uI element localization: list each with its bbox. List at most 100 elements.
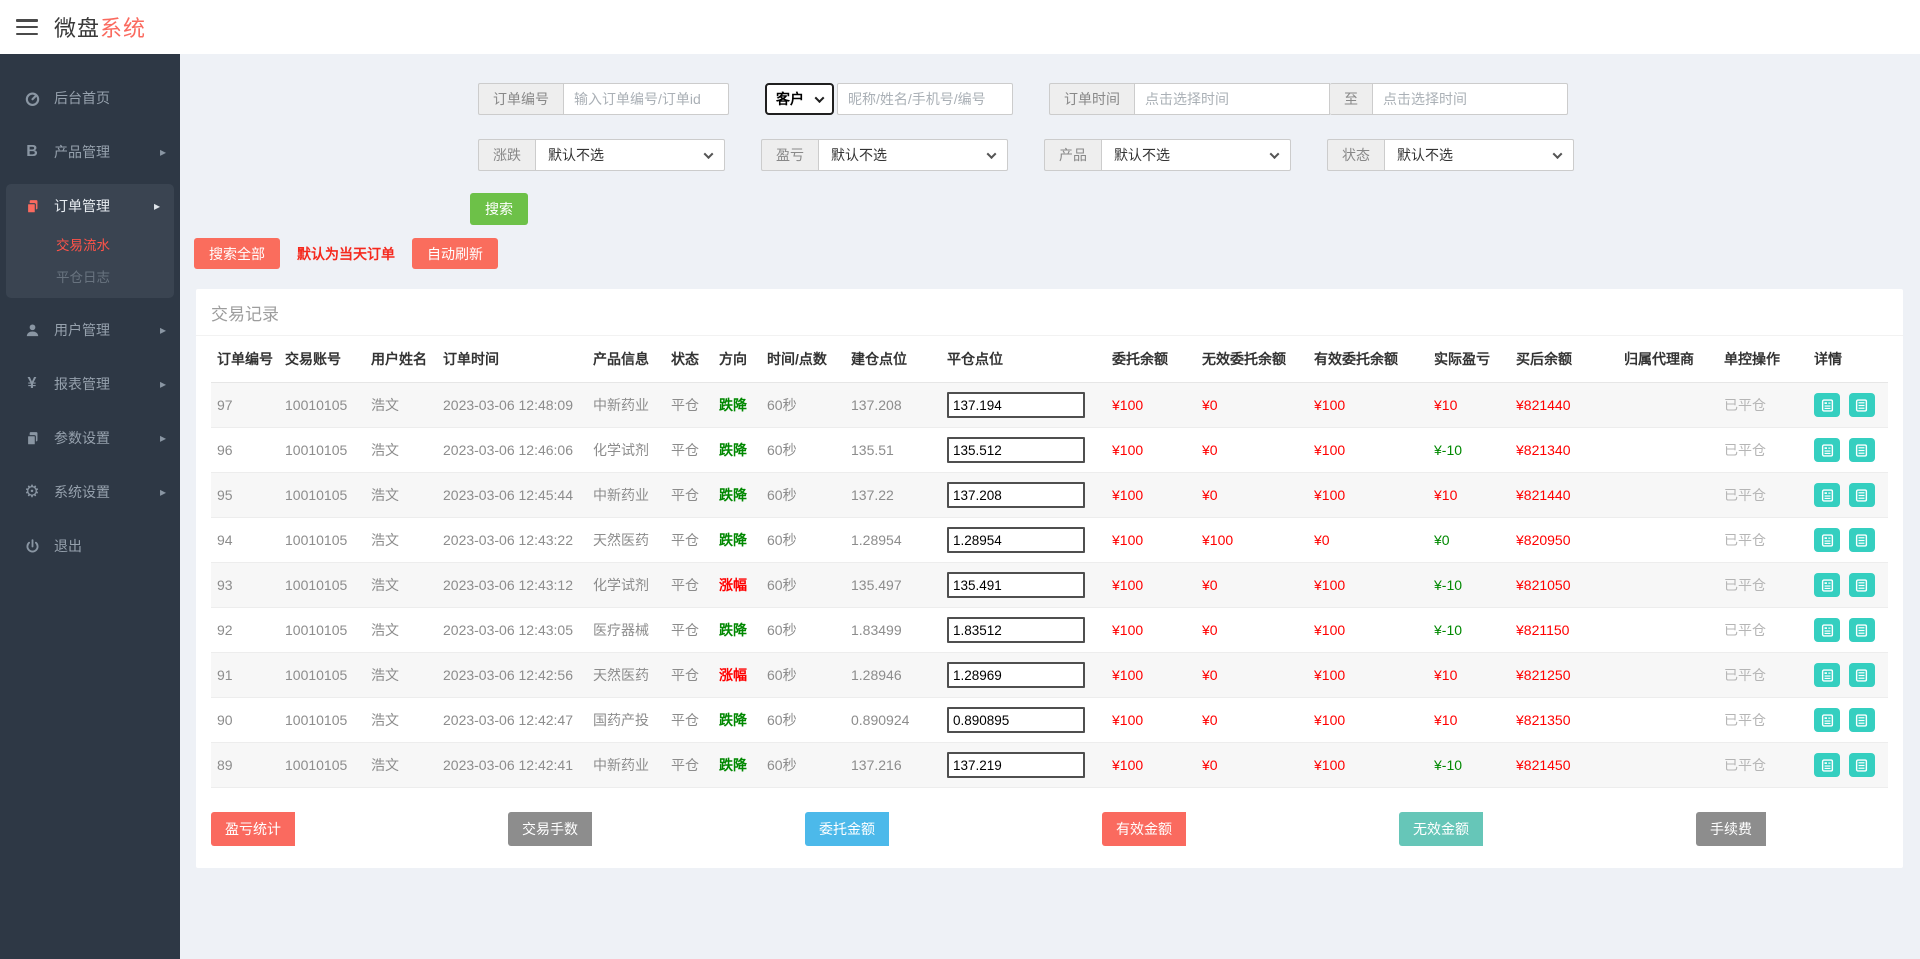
sidebar-item-system[interactable]: ⚙ 系统设置 ▸ <box>0 470 180 514</box>
customer-input[interactable] <box>837 83 1013 115</box>
close-price-input[interactable] <box>947 662 1085 688</box>
detail-list-button[interactable] <box>1848 618 1875 642</box>
detail-form-button[interactable] <box>1814 573 1840 597</box>
search-button[interactable]: 搜索 <box>470 193 528 225</box>
sidebar-item-logout[interactable]: 退出 <box>0 524 180 568</box>
cell-actual-pl: ¥-10 <box>1428 742 1510 788</box>
profit-loss-select[interactable]: 默认不选 <box>818 139 1008 171</box>
detail-list-button[interactable] <box>1848 438 1875 462</box>
close-price-input[interactable] <box>947 752 1085 778</box>
table-row: 93 10010105 浩文 2023-03-06 12:43:12 化学试剂 … <box>211 562 1888 608</box>
copy-file-icon <box>22 430 42 447</box>
cell-control: 已平仓 <box>1718 652 1808 698</box>
cell-username: 浩文 <box>365 607 437 653</box>
summary-fee-value <box>1766 812 1888 846</box>
summary-invalid-label: 无效金额 <box>1399 812 1483 846</box>
detail-list-button[interactable] <box>1848 708 1875 732</box>
detail-list-button[interactable] <box>1848 528 1875 552</box>
sidebar-item-product[interactable]: B 产品管理 ▸ <box>0 130 180 174</box>
detail-list-button[interactable] <box>1848 573 1875 597</box>
status-select[interactable]: 默认不选 <box>1384 139 1574 171</box>
detail-form-button[interactable] <box>1814 483 1840 507</box>
cell-duration: 60秒 <box>761 697 845 743</box>
close-price-input[interactable] <box>947 482 1085 508</box>
cell-entrust-balance: ¥100 <box>1106 472 1196 518</box>
detail-form-button[interactable] <box>1814 753 1840 777</box>
cell-open-point: 1.28954 <box>845 517 941 563</box>
cell-entrust-balance: ¥100 <box>1106 652 1196 698</box>
close-price-input[interactable] <box>947 617 1085 643</box>
auto-refresh-button[interactable]: 自动刷新 <box>412 238 498 269</box>
sidebar-subitem-trade-flow[interactable]: 交易流水 <box>6 228 174 260</box>
sidebar-subitem-close-log[interactable]: 平仓日志 <box>6 260 174 292</box>
close-price-input[interactable] <box>947 572 1085 598</box>
cell-duration: 60秒 <box>761 472 845 518</box>
chevron-right-icon: ▸ <box>159 377 166 391</box>
hamburger-menu-icon[interactable] <box>16 19 38 35</box>
cell-control: 已平仓 <box>1718 472 1808 518</box>
sidebar-item-home[interactable]: 后台首页 <box>0 76 180 120</box>
close-price-input[interactable] <box>947 437 1085 463</box>
card-title: 交易记录 <box>196 289 1903 336</box>
detail-list-button[interactable] <box>1848 483 1875 507</box>
form-icon <box>1821 443 1833 457</box>
col-invalid-entrust: 无效委托余额 <box>1196 336 1308 383</box>
detail-form-button[interactable] <box>1814 663 1840 687</box>
close-price-input[interactable] <box>947 392 1085 418</box>
detail-form-button[interactable] <box>1814 618 1840 642</box>
cell-entrust-balance: ¥100 <box>1106 562 1196 608</box>
cell-order-no: 91 <box>211 652 279 698</box>
cell-actual-pl: ¥-10 <box>1428 427 1510 473</box>
cell-control: 已平仓 <box>1718 382 1808 428</box>
cell-product: 中新药业 <box>587 472 665 518</box>
cell-close-point <box>941 697 1106 743</box>
order-no-label: 订单编号 <box>478 83 563 115</box>
close-price-input[interactable] <box>947 707 1085 733</box>
time-end-input[interactable] <box>1372 83 1568 115</box>
product-select[interactable]: 默认不选 <box>1101 139 1291 171</box>
sidebar-item-user[interactable]: 用户管理 ▸ <box>0 308 180 352</box>
sidebar-item-param[interactable]: 参数设置 ▸ <box>0 416 180 460</box>
app-logo: 微盘系统 <box>54 11 146 43</box>
cell-valid-entrust: ¥100 <box>1308 742 1428 788</box>
order-no-input[interactable] <box>563 83 729 115</box>
form-icon <box>1821 623 1833 637</box>
cell-entrust-balance: ¥100 <box>1106 382 1196 428</box>
filter-order-no: 订单编号 <box>478 83 729 115</box>
cell-product: 化学试剂 <box>587 562 665 608</box>
cell-after-balance: ¥821150 <box>1510 607 1618 653</box>
cell-close-point <box>941 472 1106 518</box>
sidebar-item-report[interactable]: ¥ 报表管理 ▸ <box>0 362 180 406</box>
detail-list-button[interactable] <box>1848 393 1875 417</box>
form-icon <box>1821 758 1833 772</box>
detail-form-button[interactable] <box>1814 708 1840 732</box>
cell-agent <box>1618 562 1718 608</box>
cell-account: 10010105 <box>279 607 365 653</box>
cell-entrust-balance: ¥100 <box>1106 697 1196 743</box>
detail-list-button[interactable] <box>1848 663 1875 687</box>
filter-updown: 涨跌 默认不选 <box>478 139 725 171</box>
detail-list-button[interactable] <box>1848 753 1875 777</box>
detail-form-button[interactable] <box>1814 393 1840 417</box>
time-start-input[interactable] <box>1134 83 1330 115</box>
customer-type-select[interactable]: 客户 <box>765 83 834 115</box>
sidebar-item-order[interactable]: 订单管理 ▸ <box>6 184 174 228</box>
cell-status: 平仓 <box>665 697 713 743</box>
updown-select[interactable]: 默认不选 <box>535 139 725 171</box>
detail-form-button[interactable] <box>1814 528 1840 552</box>
cell-duration: 60秒 <box>761 562 845 608</box>
chevron-down-icon <box>703 148 714 159</box>
sidebar-item-label: 产品管理 <box>54 144 110 160</box>
cell-username: 浩文 <box>365 697 437 743</box>
search-all-button[interactable]: 搜索全部 <box>194 238 280 269</box>
col-control: 单控操作 <box>1718 336 1808 383</box>
summary-entrust-label: 委托金额 <box>805 812 889 846</box>
cell-order-time: 2023-03-06 12:46:06 <box>437 427 587 473</box>
chevron-right-icon: ▸ <box>159 431 166 445</box>
cell-invalid-entrust: ¥0 <box>1196 697 1308 743</box>
detail-form-button[interactable] <box>1814 438 1840 462</box>
cell-control: 已平仓 <box>1718 742 1808 788</box>
dashboard-icon <box>22 90 42 107</box>
close-price-input[interactable] <box>947 527 1085 553</box>
cell-username: 浩文 <box>365 742 437 788</box>
